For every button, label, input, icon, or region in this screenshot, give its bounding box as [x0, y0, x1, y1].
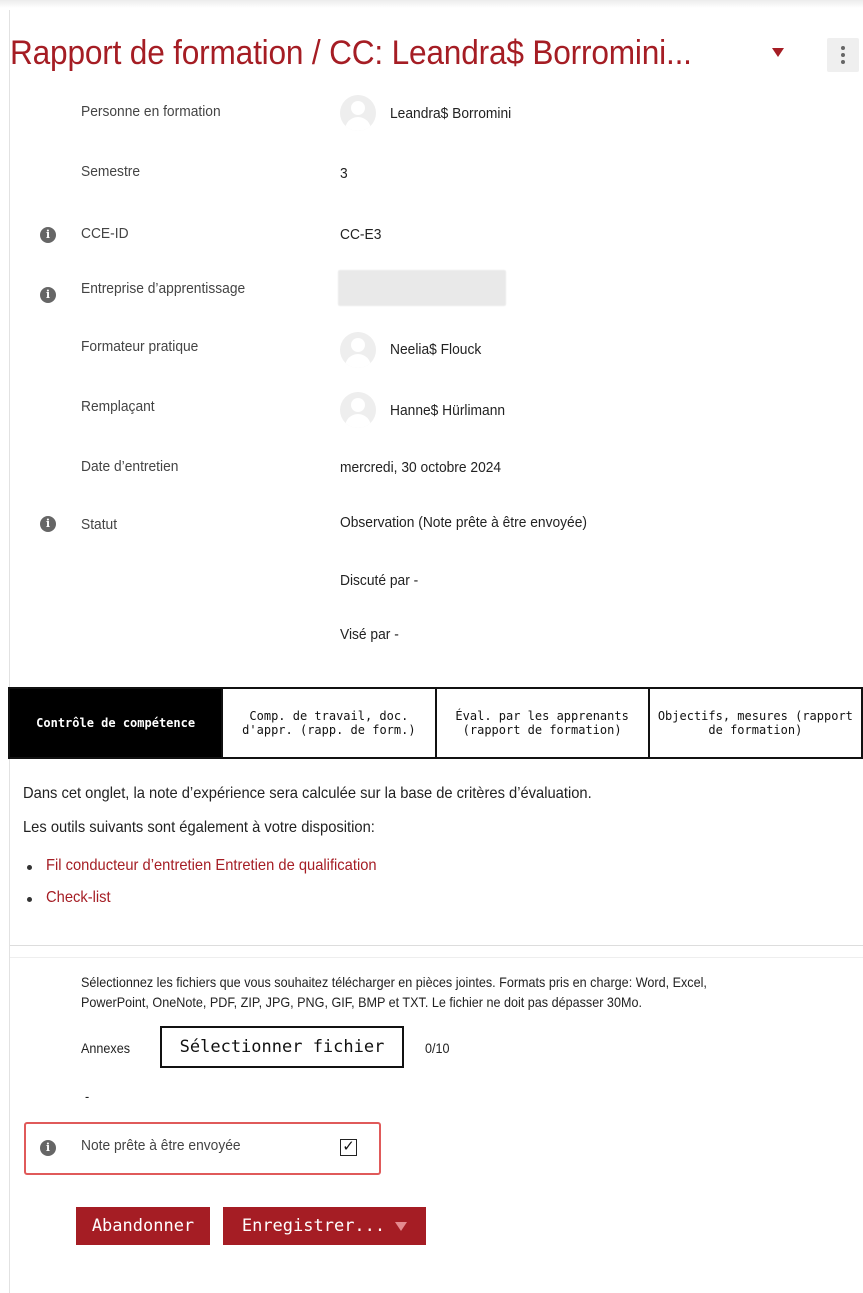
- kebab-dot-icon: [841, 60, 845, 64]
- info-icon[interactable]: i: [40, 1140, 56, 1156]
- checkmark-icon: ✓: [342, 1138, 355, 1155]
- company-value-redacted: [338, 270, 506, 306]
- title-dropdown-caret-icon[interactable]: [772, 48, 784, 57]
- save-button-label: Enregistrer...: [241, 1216, 386, 1236]
- trainee-avatar: [340, 95, 376, 131]
- info-icon[interactable]: i: [40, 227, 56, 243]
- save-dropdown-caret-icon[interactable]: [395, 1221, 408, 1231]
- kebab-dot-icon: [841, 46, 845, 50]
- tab-objectives[interactable]: Objectifs, mesures (rapport de formation…: [647, 689, 861, 757]
- trainer-avatar: [340, 332, 376, 368]
- tab-learner-evaluation[interactable]: Éval. par les apprenants (rapport de for…: [434, 689, 648, 757]
- semester-value: 3: [340, 165, 348, 182]
- more-options-button[interactable]: [827, 38, 859, 72]
- select-file-button[interactable]: Sélectionner fichier: [160, 1026, 404, 1068]
- page-title: Rapport de formation / CC: Leandra$ Borr…: [10, 34, 692, 72]
- ready-to-send-checkbox[interactable]: ✓: [340, 1139, 357, 1156]
- discussed-by: Discuté par -: [340, 572, 419, 589]
- status-label: Statut: [81, 516, 118, 533]
- bullet: [27, 865, 32, 870]
- ready-to-send-label: Note prête à être envoyée: [81, 1137, 241, 1154]
- info-icon[interactable]: i: [40, 516, 56, 532]
- save-button[interactable]: Enregistrer...: [223, 1207, 426, 1245]
- attachment-instructions: PowerPoint, OneNote, PDF, ZIP, JPG, PNG,…: [81, 994, 642, 1010]
- trainer-name: Neelia$ Flouck: [390, 341, 482, 358]
- divider: [10, 957, 863, 958]
- trainer-label: Formateur pratique: [81, 338, 199, 355]
- kebab-dot-icon: [841, 53, 845, 57]
- trainee-name: Leandra$ Borromini: [390, 105, 512, 122]
- top-shadow: [0, 0, 863, 8]
- attachments-label: Annexes: [81, 1040, 131, 1056]
- left-border: [9, 10, 10, 1293]
- cce-id-label: CCE-ID: [81, 225, 129, 242]
- interview-date-label: Date d’entretien: [81, 458, 179, 475]
- bullet: [27, 897, 32, 902]
- intro-text: Dans cet onglet, la note d’expérience se…: [23, 785, 592, 802]
- signed-by: Visé par -: [340, 626, 399, 643]
- status-value: Observation (Note prête à être envoyée): [340, 514, 588, 531]
- semester-label: Semestre: [81, 163, 141, 180]
- attachment-count: 0/10: [425, 1040, 450, 1056]
- info-icon[interactable]: i: [40, 287, 56, 303]
- tab-bar: Contrôle de compétence Comp. de travail,…: [8, 687, 863, 759]
- deputy-label: Remplaçant: [81, 398, 155, 415]
- cce-id-value: CC-E3: [340, 226, 382, 243]
- cancel-button[interactable]: Abandonner: [76, 1207, 210, 1245]
- attachment-instructions: Sélectionnez les fichiers que vous souha…: [81, 974, 707, 990]
- checklist-link[interactable]: Check-list: [46, 889, 111, 907]
- interview-date-value: mercredi, 30 octobre 2024: [340, 459, 502, 476]
- tools-intro-text: Les outils suivants sont également à vot…: [23, 819, 375, 836]
- tab-competence-control[interactable]: Contrôle de compétence: [10, 689, 222, 757]
- deputy-avatar: [340, 392, 376, 428]
- deputy-name: Hanne$ Hürlimann: [390, 402, 506, 419]
- interview-guide-link[interactable]: Fil conducteur d’entretien Entretien de …: [46, 857, 377, 875]
- divider: [10, 945, 863, 946]
- attachment-list-empty: -: [85, 1088, 90, 1104]
- trainee-label: Personne en formation: [81, 103, 221, 120]
- company-label: Entreprise d’apprentissage: [81, 280, 246, 297]
- tab-work-competence[interactable]: Comp. de travail, doc. d'appr. (rapp. de…: [221, 689, 434, 757]
